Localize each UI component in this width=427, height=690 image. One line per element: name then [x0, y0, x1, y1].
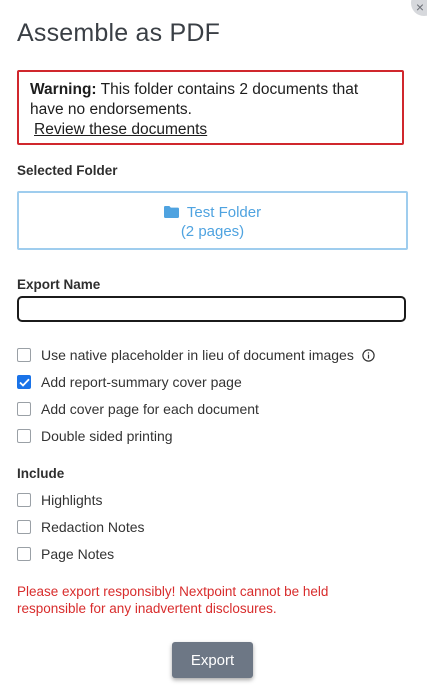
info-icon[interactable] [362, 348, 375, 362]
report-summary-checkbox[interactable] [17, 375, 31, 389]
selected-folder-box[interactable]: Test Folder (2 pages) [17, 191, 408, 250]
redaction-notes-checkbox[interactable] [17, 520, 31, 534]
review-documents-link[interactable]: Review these documents [34, 120, 207, 140]
disclaimer-text: Please export responsibly! Nextpoint can… [17, 584, 329, 616]
option-native-placeholder[interactable]: Use native placeholder in lieu of docume… [17, 347, 375, 363]
export-name-label: Export Name [17, 277, 101, 292]
include-label: Include [17, 466, 65, 481]
cover-page-each-checkbox[interactable] [17, 402, 31, 416]
option-cover-page-each[interactable]: Add cover page for each document [17, 401, 259, 417]
cover-page-each-label: Add cover page for each document [41, 401, 259, 417]
native-placeholder-label: Use native placeholder in lieu of docume… [41, 347, 354, 363]
folder-icon [163, 205, 179, 218]
redaction-notes-label: Redaction Notes [41, 519, 145, 535]
option-report-summary[interactable]: Add report-summary cover page [17, 374, 242, 390]
highlights-checkbox[interactable] [17, 493, 31, 507]
option-double-sided[interactable]: Double sided printing [17, 428, 173, 444]
close-icon: × [415, 0, 425, 15]
warning-label: Warning: [30, 81, 97, 98]
folder-pages: (2 pages) [180, 223, 245, 240]
double-sided-checkbox[interactable] [17, 429, 31, 443]
page-notes-checkbox[interactable] [17, 547, 31, 561]
page-notes-label: Page Notes [41, 546, 115, 562]
include-redaction-notes[interactable]: Redaction Notes [17, 519, 145, 535]
dialog-title: Assemble as PDF [17, 19, 221, 47]
warning-box: Warning: This folder contains 2 document… [17, 70, 404, 145]
native-placeholder-checkbox[interactable] [17, 348, 31, 362]
double-sided-label: Double sided printing [41, 428, 173, 444]
report-summary-label: Add report-summary cover page [41, 374, 242, 390]
export-name-input[interactable] [17, 296, 406, 322]
close-button[interactable]: × [411, 0, 427, 16]
include-highlights[interactable]: Highlights [17, 492, 102, 508]
highlights-label: Highlights [41, 492, 103, 508]
folder-name: Test Folder [186, 204, 262, 221]
export-button[interactable]: Export [172, 642, 253, 678]
selected-folder-label: Selected Folder [17, 163, 118, 178]
include-page-notes[interactable]: Page Notes [17, 546, 114, 562]
checkmark-icon [18, 378, 30, 387]
